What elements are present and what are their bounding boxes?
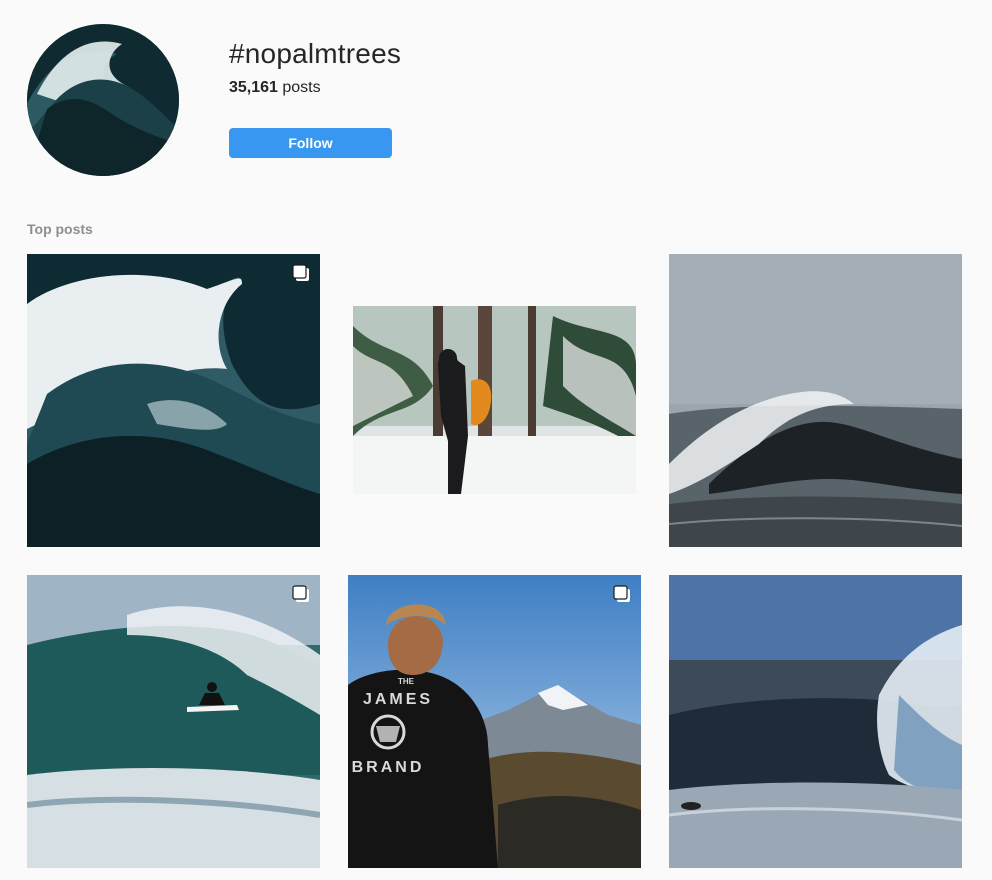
hashtag-title: #nopalmtrees xyxy=(229,38,402,69)
post-count: 35,161 posts xyxy=(229,79,321,97)
post-count-number: 35,161 xyxy=(229,79,278,96)
post-tile-3[interactable] xyxy=(669,254,962,547)
hashtag-avatar xyxy=(27,24,179,176)
carousel-icon xyxy=(292,264,310,282)
follow-button[interactable]: Follow xyxy=(229,128,392,158)
post-image xyxy=(27,575,320,868)
carousel-icon xyxy=(292,585,310,603)
shirt-print: THE JAMES BRAND xyxy=(352,677,433,776)
post-image xyxy=(669,254,962,547)
post-tile-5[interactable]: THE JAMES BRAND xyxy=(348,575,641,868)
post-image xyxy=(353,306,636,494)
post-tile-1[interactable] xyxy=(27,254,320,547)
post-tile-6[interactable] xyxy=(669,575,962,868)
svg-text:JAMES: JAMES xyxy=(363,691,433,708)
post-tile-2[interactable] xyxy=(353,306,636,494)
top-posts-heading: Top posts xyxy=(27,221,93,237)
svg-text:THE: THE xyxy=(398,677,415,686)
post-image xyxy=(27,254,320,547)
post-count-suffix: posts xyxy=(277,79,321,96)
post-tile-4[interactable] xyxy=(27,575,320,868)
carousel-icon xyxy=(613,585,631,603)
post-image xyxy=(669,575,962,868)
svg-text:BRAND: BRAND xyxy=(352,759,425,776)
